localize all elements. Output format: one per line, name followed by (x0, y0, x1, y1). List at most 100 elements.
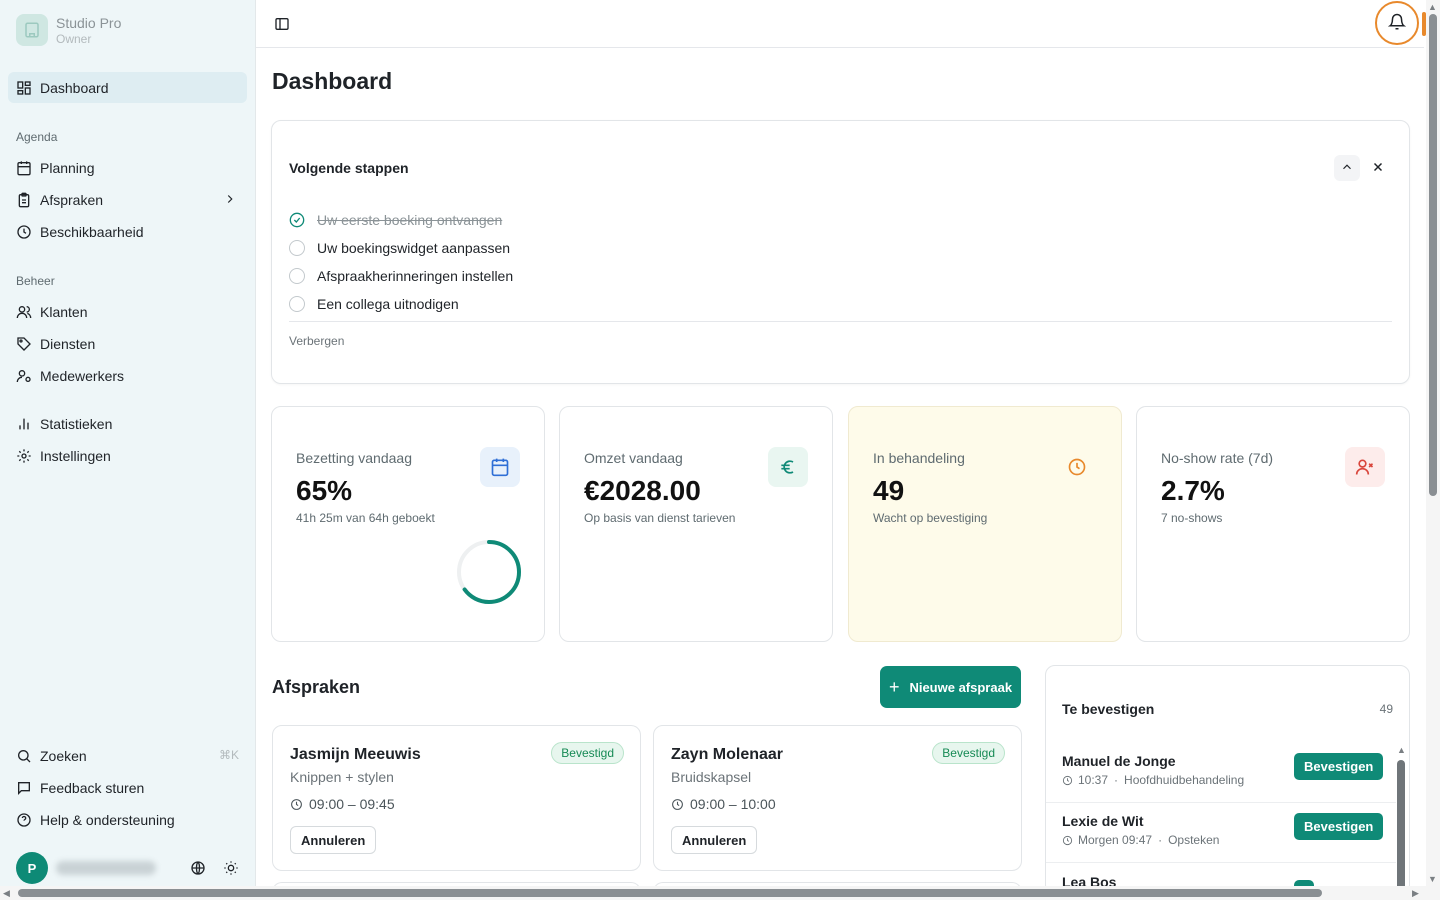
clock-icon (1062, 835, 1073, 846)
plus-icon: + (888, 676, 900, 697)
message-icon (16, 780, 32, 796)
appointment-meta: Morgen 09:47 · Opsteken (1062, 833, 1219, 847)
separator: · (1158, 833, 1163, 847)
to-confirm-count: 49 (1379, 702, 1393, 716)
next-steps-card: Volgende stappen Uw eerste boeking ontva… (271, 120, 1410, 384)
stat-label: Omzet vandaag (584, 450, 683, 466)
confirm-row: Lexie de Wit Morgen 09:47 · Opsteken Bev… (1046, 803, 1396, 863)
confirm-button[interactable]: Bevestigen (1294, 813, 1384, 840)
euro-icon (768, 447, 808, 487)
user-cog-icon (16, 368, 32, 384)
occupancy-progress-ring (457, 540, 521, 604)
close-button[interactable] (1368, 158, 1388, 178)
clipboard-icon (16, 192, 32, 208)
stat-subtext: 41h 25m van 64h geboekt (296, 511, 435, 525)
stat-value: €2028.00 (584, 475, 701, 506)
sidebar-item-appointments[interactable]: Afspraken (8, 184, 247, 215)
sidebar-item-label: Instellingen (40, 447, 111, 464)
sidebar-item-planning[interactable]: Planning (8, 152, 247, 183)
calendar-icon (16, 160, 32, 176)
hide-steps-link[interactable]: Verbergen (289, 334, 344, 348)
appointment-card[interactable]: Zayn Molenaar Bruidskapsel 09:00 – 10:00… (653, 725, 1022, 871)
service-name: Bruidskapsel (671, 769, 752, 785)
window-horizontal-scrollbar-thumb[interactable] (18, 889, 1322, 897)
sidebar-item-label: Dashboard (40, 79, 109, 96)
button-label: Nieuwe afspraak (909, 679, 1013, 695)
sidebar-item-label: Klanten (40, 303, 88, 320)
step-item[interactable]: Een collega uitnodigen (289, 294, 459, 314)
user-email-redacted (56, 861, 156, 875)
sidebar-item-feedback[interactable]: Feedback sturen (8, 772, 247, 803)
sidebar-item-dashboard[interactable]: Dashboard (8, 72, 247, 103)
service-name: Opsteken (1168, 833, 1220, 847)
stat-subtext: Op basis van dienst tarieven (584, 511, 736, 525)
stat-card-pending: In behandeling 49 Wacht op bevestiging (848, 406, 1122, 642)
sidebar-item-label: Statistieken (40, 415, 113, 432)
check-circle-icon (289, 212, 305, 228)
clock-icon (16, 224, 32, 240)
sun-icon[interactable] (223, 860, 239, 879)
section-heading-manage: Beheer (16, 274, 55, 288)
panel-scrollbar[interactable] (1397, 760, 1405, 890)
step-item[interactable]: Uw eerste boeking ontvangen (289, 210, 502, 230)
avatar: P (16, 852, 48, 884)
sidebar-item-search[interactable]: Zoeken ⌘K (8, 740, 247, 771)
status-badge: Bevestigd (551, 742, 624, 764)
step-item[interactable]: Uw boekingswidget aanpassen (289, 238, 510, 258)
calendar-icon (480, 447, 520, 487)
tag-icon (16, 336, 32, 352)
step-label: Een collega uitnodigen (317, 296, 459, 312)
confirm-button[interactable]: Bevestigen (1294, 753, 1384, 780)
to-confirm-title: Te bevestigen (1062, 701, 1155, 717)
user-menu[interactable]: P (16, 852, 246, 884)
step-label: Uw eerste boeking ontvangen (317, 212, 503, 228)
collapse-button[interactable] (1334, 155, 1360, 181)
status-badge: Bevestigd (932, 742, 1005, 764)
clock-icon (671, 798, 684, 811)
appointment-meta: 10:37 · Hoofdhuidbehandeling (1062, 773, 1244, 787)
topbar (256, 0, 1424, 48)
step-item[interactable]: Afspraakherinneringen instellen (289, 266, 513, 286)
sidebar-item-staff[interactable]: Medewerkers (8, 360, 247, 391)
clock-icon (290, 798, 303, 811)
bar-chart-icon (16, 416, 32, 432)
cancel-button[interactable]: Annuleren (290, 826, 377, 854)
appointment-time: 10:37 (1078, 773, 1109, 787)
page-title: Dashboard (272, 68, 393, 94)
next-steps-title: Volgende stappen (289, 160, 409, 176)
close-icon (1371, 160, 1385, 177)
sidebar-item-label: Medewerkers (40, 367, 125, 384)
gear-icon (16, 448, 32, 464)
time-range: 09:00 – 10:00 (690, 796, 776, 812)
scroll-right-arrow-icon[interactable]: ▶ (1412, 888, 1419, 898)
workspace-role: Owner (56, 31, 92, 46)
workspace-switcher[interactable]: Studio Pro Owner (16, 14, 121, 46)
sidebar-item-help[interactable]: Help & ondersteuning (8, 804, 247, 835)
window-vertical-scrollbar-thumb[interactable] (1429, 14, 1437, 496)
globe-icon[interactable] (190, 860, 206, 879)
scroll-left-arrow-icon[interactable]: ◀ (3, 888, 10, 898)
step-label: Uw boekingswidget aanpassen (317, 240, 511, 256)
sidebar-item-clients[interactable]: Klanten (8, 296, 247, 327)
help-circle-icon (16, 812, 32, 828)
appointment-card[interactable]: Jasmijn Meeuwis Knippen + stylen 09:00 –… (272, 725, 641, 871)
sidebar-item-settings[interactable]: Instellingen (8, 440, 247, 471)
sidebar-item-services[interactable]: Diensten (8, 328, 247, 359)
service-name: Knippen + stylen (290, 769, 394, 785)
clock-icon (1062, 775, 1073, 786)
client-name: Zayn Molenaar (671, 746, 784, 763)
building-icon (16, 14, 48, 46)
user-x-icon (1345, 447, 1385, 487)
sidebar-toggle-icon[interactable] (274, 16, 290, 32)
separator: · (1114, 773, 1119, 787)
stat-card-noshow: No-show rate (7d) 2.7% 7 no-shows (1136, 406, 1410, 642)
cancel-button[interactable]: Annuleren (671, 826, 758, 854)
sidebar-item-availability[interactable]: Beschikbaarheid (8, 216, 247, 247)
sidebar-item-statistics[interactable]: Statistieken (8, 408, 247, 439)
new-appointment-button[interactable]: + Nieuwe afspraak (880, 666, 1021, 708)
scroll-up-arrow-icon[interactable]: ▲ (1428, 2, 1437, 12)
sidebar-item-label: Feedback sturen (40, 779, 145, 796)
scroll-up-arrow-icon[interactable]: ▲ (1397, 745, 1406, 755)
scroll-down-arrow-icon[interactable]: ▼ (1428, 874, 1437, 884)
notifications-button[interactable] (1375, 1, 1419, 45)
